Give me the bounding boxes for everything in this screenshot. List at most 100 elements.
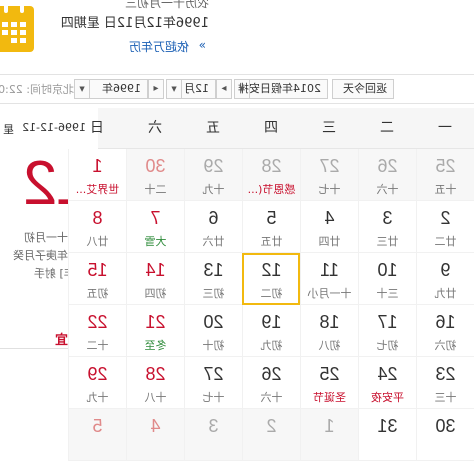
calendar-day[interactable]: 18 初八 xyxy=(300,305,358,357)
lunar-label: 廿三 xyxy=(376,235,399,248)
chevron-down-icon: ▼ xyxy=(167,80,182,98)
lunar-label: 十一月小 xyxy=(307,287,352,300)
calendar-day[interactable]: 10 三十 xyxy=(358,253,416,305)
calendar-day[interactable]: 30 xyxy=(416,409,474,461)
lunar-label: 感恩节(... xyxy=(247,183,296,196)
calendar-day[interactable]: 1 世界艾... xyxy=(68,149,126,201)
calendar-day[interactable]: 21 冬至 xyxy=(126,305,184,357)
calendar-day[interactable]: 29 十九 xyxy=(184,149,242,201)
day-number: 29 xyxy=(203,156,224,176)
calendar-day[interactable]: 23 十三 xyxy=(416,357,474,409)
calendar-day[interactable]: 14 初四 xyxy=(126,253,184,305)
calendar-day[interactable]: 25 圣诞节 xyxy=(300,357,358,409)
day-grid: 25 十五 26 十六 27 十七 28 感恩节(... 29 十九 30 二十 1 世界艾... 2 廿二 3… xyxy=(68,149,474,461)
calendar-day[interactable]: 1 xyxy=(300,409,358,461)
prev-month-button[interactable]: ◂ xyxy=(148,79,164,99)
calendar-day[interactable]: 20 初十 xyxy=(184,305,242,357)
calendar-day[interactable]: 31 xyxy=(358,409,416,461)
calendar-day[interactable]: 26 十六 xyxy=(358,149,416,201)
calendar-day[interactable]: 5 xyxy=(68,409,126,461)
lunar-label: 冬至 xyxy=(144,339,167,352)
lunar-label: 初五 xyxy=(86,287,109,300)
calendar-icon[interactable] xyxy=(0,3,34,52)
detail-yi-label: 宜 xyxy=(54,333,68,348)
calendar-day[interactable]: 17 初七 xyxy=(358,305,416,357)
calendar-day[interactable]: 6 廿六 xyxy=(184,201,242,253)
back-to-today-label: 返回今天 xyxy=(343,82,387,95)
day-number: 3 xyxy=(382,208,393,228)
calendar-day[interactable]: 29 十九 xyxy=(68,357,126,409)
calendar-day[interactable]: 13 初三 xyxy=(184,253,242,305)
calendar-day[interactable]: 27 十七 xyxy=(300,149,358,201)
calendar-day[interactable]: 4 xyxy=(126,409,184,461)
lunar-label: 初十 xyxy=(202,339,225,352)
weekday-label: 五 xyxy=(206,120,220,136)
holiday-select-value: 2014年假日安排 xyxy=(238,82,321,95)
calendar-day[interactable]: 2 廿二 xyxy=(416,201,474,253)
day-number: 31 xyxy=(377,416,398,436)
lunar-label: 廿九 xyxy=(434,287,457,300)
calendar-day[interactable]: 22 十二 xyxy=(68,305,126,357)
calendar-day[interactable]: 11 十一月小 xyxy=(300,253,358,305)
next-month-button[interactable]: ▸ xyxy=(216,79,232,99)
calendar-day[interactable]: 7 大雪 xyxy=(126,201,184,253)
beijing-time-clock: 北京时间: 22:0 xyxy=(0,83,74,96)
day-number: 27 xyxy=(203,364,224,384)
day-number: 19 xyxy=(261,312,282,332)
day-number: 3 xyxy=(208,416,219,436)
lunar-label: 平安夜 xyxy=(371,391,404,404)
calendar-app-link[interactable]: 依超万年历 xyxy=(129,38,189,55)
calendar-day[interactable]: 16 初六 xyxy=(416,305,474,357)
detail-weekday: 星 xyxy=(3,123,14,136)
lunar-label: 十八 xyxy=(144,391,167,404)
lunar-label: 廿五 xyxy=(260,235,283,248)
lunar-label: 三十 xyxy=(376,287,399,300)
day-number: 2 xyxy=(440,208,451,228)
lunar-label: 初九 xyxy=(260,339,283,352)
back-to-today-button[interactable]: 返回今天 xyxy=(332,79,394,99)
calendar-day[interactable]: 8 廿八 xyxy=(68,201,126,253)
calendar-day[interactable]: 15 初五 xyxy=(68,253,126,305)
day-number: 26 xyxy=(261,364,282,384)
day-number: 12 xyxy=(261,260,282,280)
calendar-day[interactable]: 30 二十 xyxy=(126,149,184,201)
calendar-day[interactable]: 19 初九 xyxy=(242,305,300,357)
calendar-day[interactable]: 28 十八 xyxy=(126,357,184,409)
month-calendar: 一二三四五六日 25 十五 26 十六 27 十七 28 感恩节(... 29 十九 30 二十 1 世界… xyxy=(68,108,474,461)
calendar-day[interactable]: 25 十五 xyxy=(416,149,474,201)
month-select-value: 12月 xyxy=(184,82,209,95)
day-number: 23 xyxy=(435,364,456,384)
day-number: 18 xyxy=(319,312,340,332)
day-number: 20 xyxy=(203,312,224,332)
lunar-label: 圣诞节 xyxy=(313,391,346,404)
day-number: 21 xyxy=(145,312,166,332)
calendar-day-today[interactable]: 12 初二 xyxy=(242,253,300,305)
day-number: 24 xyxy=(377,364,398,384)
calendar-day[interactable]: 4 廿四 xyxy=(300,201,358,253)
day-number: 22 xyxy=(87,312,108,332)
selected-date-header: 1996年12月12日 星期四 xyxy=(60,16,209,31)
calendar-day[interactable]: 27 十七 xyxy=(184,357,242,409)
calendar-day[interactable]: 28 感恩节(... xyxy=(242,149,300,201)
calendar-day[interactable]: 24 平安夜 xyxy=(358,357,416,409)
year-select[interactable]: 1996年 ▼ xyxy=(74,79,148,99)
chevron-down-icon: ▼ xyxy=(75,80,90,98)
holiday-select[interactable]: 2014年假日安排 ▼ xyxy=(234,79,328,99)
calendar-day[interactable]: 9 廿九 xyxy=(416,253,474,305)
weekday-label: 四 xyxy=(264,120,278,136)
lunar-label: 十九 xyxy=(202,183,225,196)
day-number: 2 xyxy=(266,416,277,436)
lunar-label: 初六 xyxy=(434,339,457,352)
day-number: 17 xyxy=(377,312,398,332)
calendar-day[interactable]: 2 xyxy=(242,409,300,461)
lunar-label: 十二 xyxy=(86,339,109,352)
calendar-day[interactable]: 3 廿三 xyxy=(358,201,416,253)
calendar-day[interactable]: 26 十六 xyxy=(242,357,300,409)
calendar-day[interactable]: 5 廿五 xyxy=(242,201,300,253)
lunar-label: 十三 xyxy=(434,391,457,404)
calendar-day[interactable]: 3 xyxy=(184,409,242,461)
month-select[interactable]: 12月 ▼ xyxy=(166,79,216,99)
weekday-header: 一二三四五六日 xyxy=(90,108,474,149)
lunar-label: 初三 xyxy=(202,287,225,300)
day-number: 1 xyxy=(92,156,103,176)
